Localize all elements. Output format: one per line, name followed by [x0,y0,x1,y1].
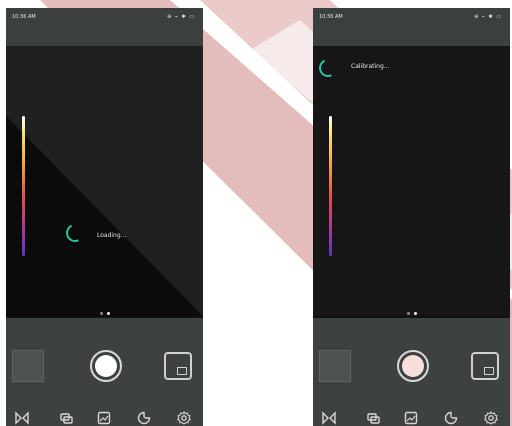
gallery-thumbnail[interactable] [12,350,44,382]
mirror-icon[interactable] [14,410,30,426]
shutter-inner [95,355,117,377]
thermal-color-scale [22,116,25,256]
settings-icon[interactable] [176,410,192,426]
status-icons: ⊕ ⌁ ✱ ▭ [167,14,195,20]
page-dot-active [413,312,417,315]
image-mode-icon[interactable] [403,410,419,426]
layers-icon[interactable] [365,410,381,426]
settings-icon[interactable] [483,410,499,426]
shutter-button[interactable] [397,350,429,382]
page-dot [99,312,103,315]
palette-icon[interactable] [443,410,459,426]
bottom-toolbar [313,410,510,426]
palette-icon[interactable] [136,410,152,426]
picture-in-picture-button[interactable] [471,352,499,380]
status-time: 10:36 AM [319,14,343,20]
phone-screen-right: 10:36 AM ⊕ ⌁ ✱ ▭ Calibrating... [313,8,510,426]
camera-controls [313,318,510,426]
phone-screen-left: 10:36 AM ⊕ ⌁ ✱ ▭ Loading... [6,8,203,426]
shutter-button[interactable] [90,350,122,382]
layers-icon[interactable] [58,410,74,426]
status-bar: 10:36 AM ⊕ ⌁ ✱ ▭ [313,8,510,46]
page-indicator [6,312,203,315]
calibrating-text: Calibrating... [351,63,390,70]
loading-text: Loading... [97,232,127,239]
viewfinder-shading [6,46,203,316]
picture-in-picture-icon [484,367,494,375]
shutter-inner [402,355,424,377]
status-bar: 10:36 AM ⊕ ⌁ ✱ ▭ [6,8,203,46]
camera-viewfinder[interactable]: Calibrating... [313,46,510,316]
status-time: 10:36 AM [12,14,36,20]
camera-controls [6,318,203,426]
mirror-icon[interactable] [321,410,337,426]
page-dot [406,312,410,315]
picture-in-picture-icon [177,367,187,375]
image-mode-icon[interactable] [96,410,112,426]
thermal-color-scale [329,116,332,256]
page-dot-active [106,312,110,315]
page-indicator [313,312,510,315]
status-icons: ⊕ ⌁ ✱ ▭ [474,14,502,20]
viewfinder-shading [313,46,510,316]
camera-viewfinder[interactable]: Loading... [6,46,203,316]
picture-in-picture-button[interactable] [164,352,192,380]
gallery-thumbnail[interactable] [319,350,351,382]
bottom-toolbar [6,410,203,426]
